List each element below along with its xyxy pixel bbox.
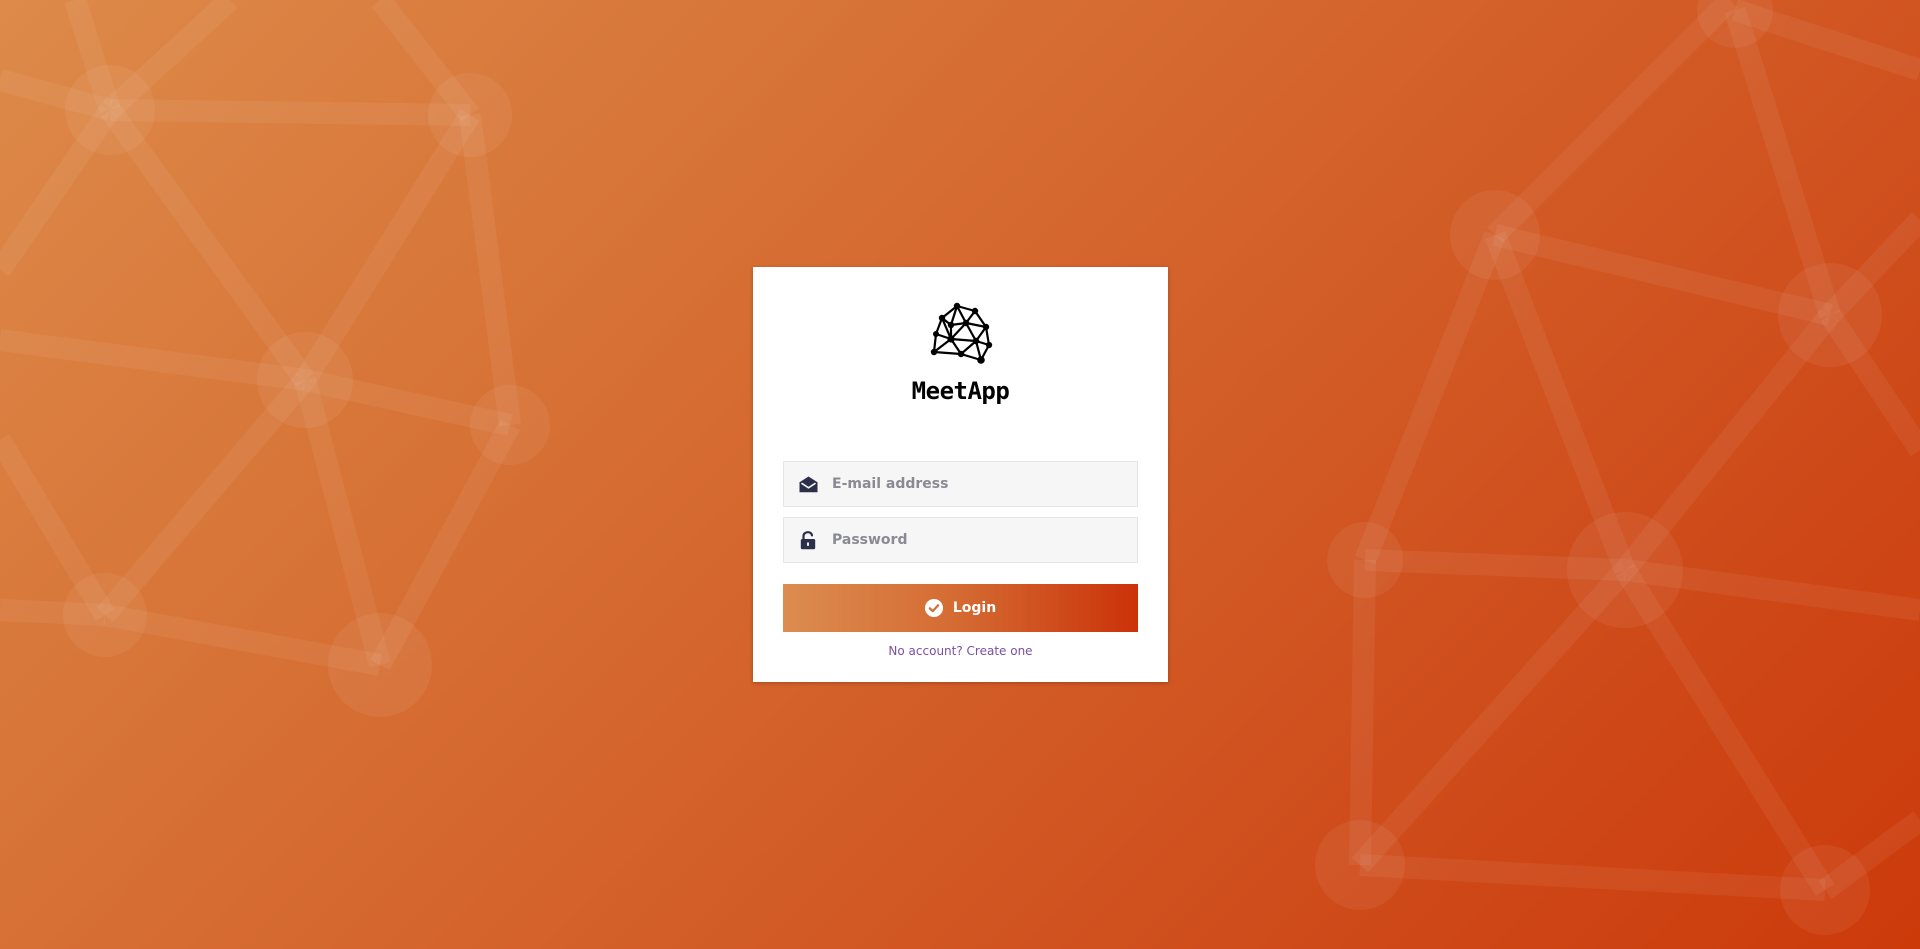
create-account-link[interactable]: No account? Create one [753,644,1168,658]
email-field[interactable] [783,461,1138,507]
check-circle-icon [924,599,943,617]
login-button-label: Login [952,600,997,616]
login-card: MeetApp Login No account? Create one [753,267,1168,682]
password-field[interactable] [783,517,1138,563]
logo: MeetApp [753,299,1168,403]
unlock-icon [798,530,818,550]
envelope-open-icon [798,474,818,494]
login-button[interactable]: Login [783,584,1138,632]
app-name: MeetApp [911,377,1010,405]
email-input[interactable] [832,464,1122,504]
password-input[interactable] [832,520,1122,560]
network-mesh-icon [930,302,992,364]
